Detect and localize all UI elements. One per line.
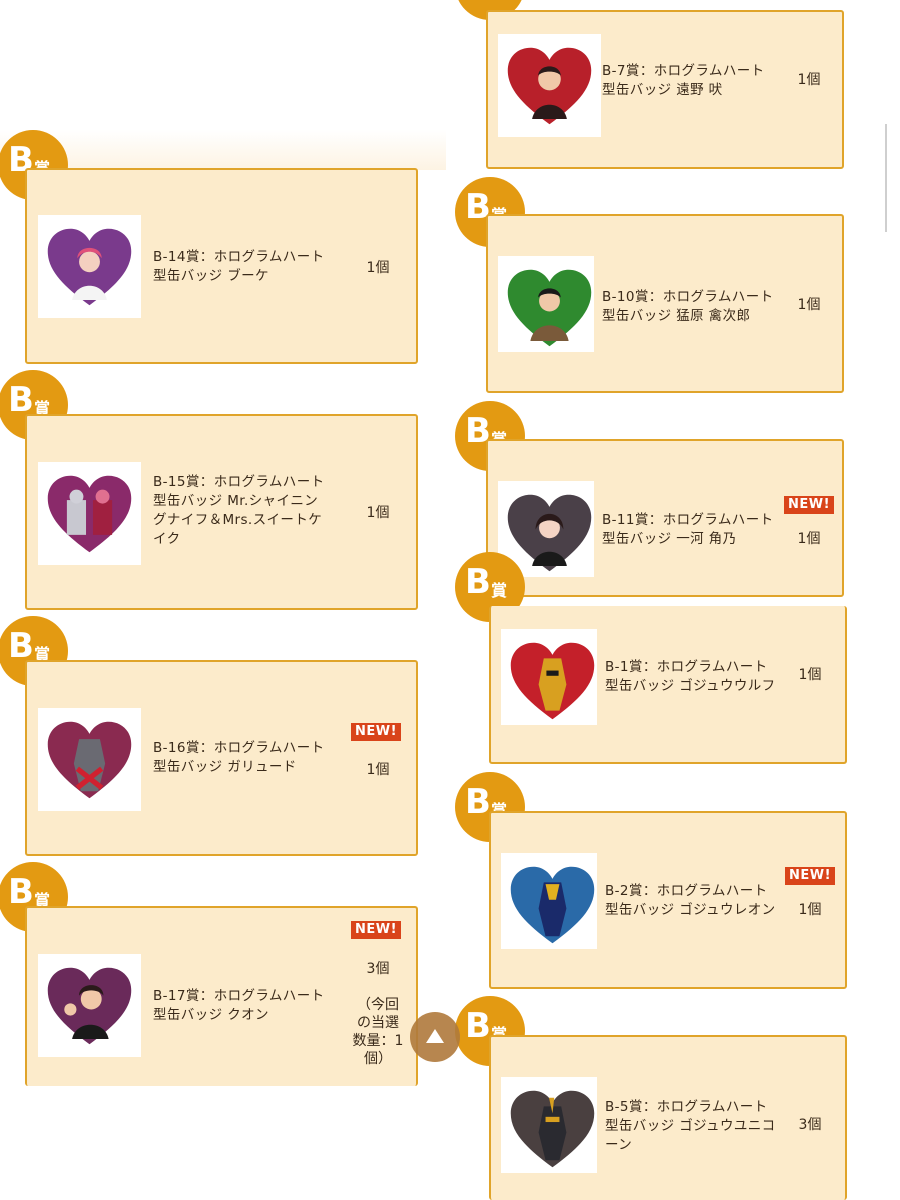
prize-card[interactable]: B-14賞：ホログラムハート 型缶バッジ ブーケ 1個 <box>25 168 418 364</box>
heart-badge-icon <box>507 494 592 572</box>
heart-badge-icon <box>47 721 132 799</box>
item-quantity: 1個 <box>366 260 390 276</box>
product-image[interactable] <box>501 629 597 725</box>
item-quantity: 1個 <box>366 505 390 521</box>
prize-card[interactable]: B-10賞：ホログラムハート 型缶バッジ 猛原 禽次郎 1個 <box>486 214 844 393</box>
item-name: B-1賞：ホログラムハート 型缶バッジ ゴジュウウルフ <box>605 659 776 694</box>
item-name: B-11賞：ホログラムハート 型缶バッジ 一河 角乃 <box>602 512 774 547</box>
item-quantity: 1個 <box>798 902 822 918</box>
product-image[interactable] <box>38 462 141 565</box>
item-quantity: 1個 <box>797 72 821 88</box>
item-quantity: 3個 <box>798 1117 822 1133</box>
heart-badge-icon <box>507 269 592 347</box>
heart-badge-icon <box>47 228 132 306</box>
new-badge: NEW! <box>785 867 836 885</box>
prize-card[interactable]: B-11賞：ホログラムハート 型缶バッジ 一河 角乃 NEW! 1個 <box>486 439 844 597</box>
item-quantity: 1個 <box>797 531 821 547</box>
scroll-indicator[interactable] <box>885 124 887 232</box>
badge-letter: B <box>465 1006 491 1046</box>
product-image[interactable] <box>498 34 601 137</box>
heart-badge-icon <box>47 475 132 553</box>
heart-badge-icon <box>47 967 132 1045</box>
new-badge: NEW! <box>351 723 402 741</box>
product-image[interactable] <box>38 708 141 811</box>
product-image[interactable] <box>501 853 597 949</box>
heart-badge-icon <box>510 1090 595 1168</box>
prize-card[interactable]: B-15賞：ホログラムハート 型缶バッジ Mr.シャイニン グナイフ＆Mrs.スイー… <box>25 414 418 610</box>
badge-kanji: 賞 <box>491 581 508 600</box>
prize-card[interactable]: B-7賞：ホログラムハート 型缶バッジ 遠野 吠 1個 <box>486 10 844 169</box>
prize-card[interactable]: B-2賞：ホログラムハート 型缶バッジ ゴジュウレオン NEW! 1個 <box>489 811 847 989</box>
item-quantity: 1個 <box>366 762 390 778</box>
prize-card[interactable]: B-17賞：ホログラムハート 型缶バッジ クオン NEW! 3個 （今回 の当選 数量… <box>25 906 418 1086</box>
product-image[interactable] <box>38 954 141 1057</box>
item-name: B-16賞：ホログラムハート 型缶バッジ ガリュード <box>153 740 325 775</box>
scroll-to-top-button[interactable] <box>410 1012 460 1062</box>
product-image[interactable] <box>498 256 594 352</box>
prize-card[interactable]: B-5賞：ホログラムハート 型缶バッジ ゴジュウユニコ ーン 3個 <box>489 1035 847 1200</box>
prize-card[interactable]: B-1賞：ホログラムハート 型缶バッジ ゴジュウウルフ 1個 <box>489 606 847 764</box>
heart-badge-icon <box>510 642 595 720</box>
item-quantity: 3個 （今回 の当選 数量：1 個） <box>352 961 404 1067</box>
new-badge: NEW! <box>351 921 402 939</box>
item-name: B-7賞：ホログラムハート 型缶バッジ 遠野 吠 <box>602 63 765 98</box>
badge-letter: B <box>465 782 491 822</box>
item-name: B-10賞：ホログラムハート 型缶バッジ 猛原 禽次郎 <box>602 289 774 324</box>
item-name: B-15賞：ホログラムハート 型缶バッジ Mr.シャイニン グナイフ＆Mrs.スイー… <box>153 474 325 547</box>
item-quantity: 1個 <box>798 667 822 683</box>
arrow-up-icon <box>426 1029 444 1043</box>
item-name: B-5賞：ホログラムハート 型缶バッジ ゴジュウユニコ ーン <box>605 1099 776 1153</box>
new-badge: NEW! <box>784 496 835 514</box>
product-image[interactable] <box>38 215 141 318</box>
heart-badge-icon <box>510 866 595 944</box>
product-image[interactable] <box>501 1077 597 1173</box>
item-quantity: 1個 <box>797 297 821 313</box>
prize-card[interactable]: B-16賞：ホログラムハート 型缶バッジ ガリュード NEW! 1個 <box>25 660 418 856</box>
item-name: B-2賞：ホログラムハート 型缶バッジ ゴジュウレオン <box>605 883 776 918</box>
badge-letter: B <box>465 562 491 602</box>
item-name: B-14賞：ホログラムハート 型缶バッジ ブーケ <box>153 249 325 284</box>
item-name: B-17賞：ホログラムハート 型缶バッジ クオン <box>153 988 325 1023</box>
heart-badge-icon <box>507 47 592 125</box>
